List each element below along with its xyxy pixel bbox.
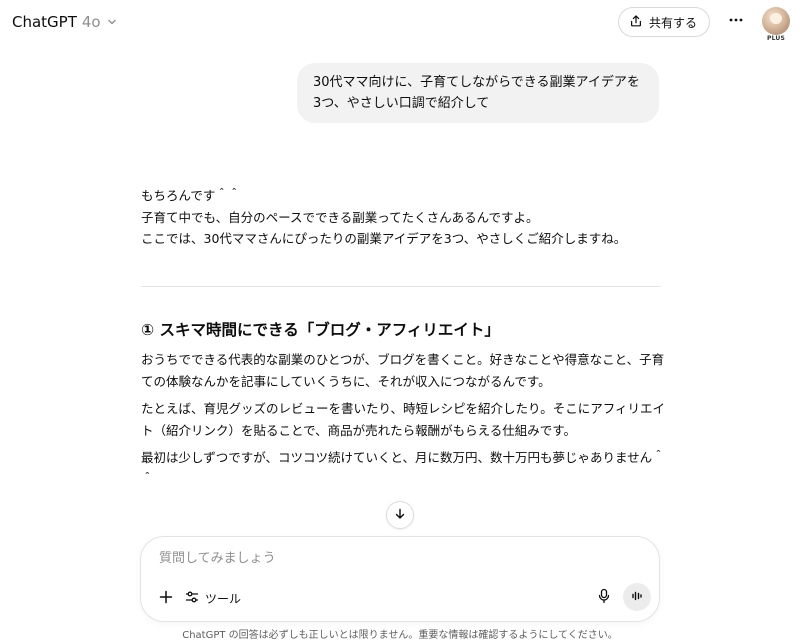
- share-label: 共有する: [648, 15, 697, 30]
- user-message: 30代ママ向けに、子育てしながらできる副業アイデアを3つ、やさしい口調で紹介して: [297, 63, 659, 123]
- section-heading: ① スキマ時間にできる「ブログ・アフィリエイト」: [141, 321, 500, 339]
- intro-line: ここでは、30代ママさんにぴったりの副業アイデアを3つ、やさしくご紹介しますね。: [141, 231, 627, 246]
- dictation-button[interactable]: [593, 587, 615, 609]
- assistant-intro: もちろんです＾＾ 子育て中でも、自分のペースでできる副業ってたくさんあるんですよ…: [141, 185, 661, 250]
- intro-line: 子育て中でも、自分のペースでできる副業ってたくさんあるんですよ。: [141, 209, 539, 225]
- tools-label: ツール: [205, 591, 242, 606]
- more-options-button[interactable]: [724, 10, 748, 34]
- paragraph: 最初は少しずつですが、コツコツ続けていくと、月に数万円、数十万円も夢じゃありませ…: [141, 450, 665, 487]
- scroll-to-bottom-button[interactable]: [386, 501, 414, 529]
- voice-mode-icon: [630, 588, 644, 607]
- mic-icon: [597, 588, 611, 608]
- voice-mode-button[interactable]: [623, 583, 651, 611]
- avatar[interactable]: PLUS: [762, 7, 790, 42]
- model-selector[interactable]: ChatGPT 4o: [12, 13, 118, 32]
- attach-button[interactable]: [155, 587, 177, 609]
- composer: ツール: [140, 536, 660, 622]
- intro-line: もちろんです＾＾: [141, 188, 241, 203]
- sliders-icon: [185, 590, 199, 607]
- share-button[interactable]: 共有する: [617, 7, 710, 37]
- tools-button[interactable]: ツール: [185, 587, 241, 609]
- section-body: おうちでできる代表的な副業のひとつが、ブログを書くこと。好きなことや得意なこと、…: [141, 349, 666, 496]
- paragraph: たとえば、育児グッズのレビューを書いたり、時短レシピを紹介したり。そこにアフィリ…: [141, 401, 666, 438]
- app-title: ChatGPT: [12, 13, 77, 31]
- share-icon: [629, 14, 643, 31]
- arrow-down-icon: [393, 506, 407, 525]
- more-icon: [728, 12, 744, 32]
- chevron-down-icon: [106, 13, 118, 32]
- message-input[interactable]: [159, 551, 639, 566]
- divider: [141, 286, 661, 287]
- model-name: 4o: [81, 13, 101, 31]
- top-bar: ChatGPT 4o 共有する PLUS: [0, 0, 800, 44]
- plan-badge: PLUS: [764, 35, 788, 42]
- paragraph: おうちでできる代表的な副業のひとつが、ブログを書くこと。好きなことや得意なこと、…: [141, 352, 665, 389]
- plus-icon: [159, 589, 173, 608]
- disclaimer-text: ChatGPT の回答は必ずしも正しいとは限りません。重要な情報は確認するように…: [182, 630, 618, 641]
